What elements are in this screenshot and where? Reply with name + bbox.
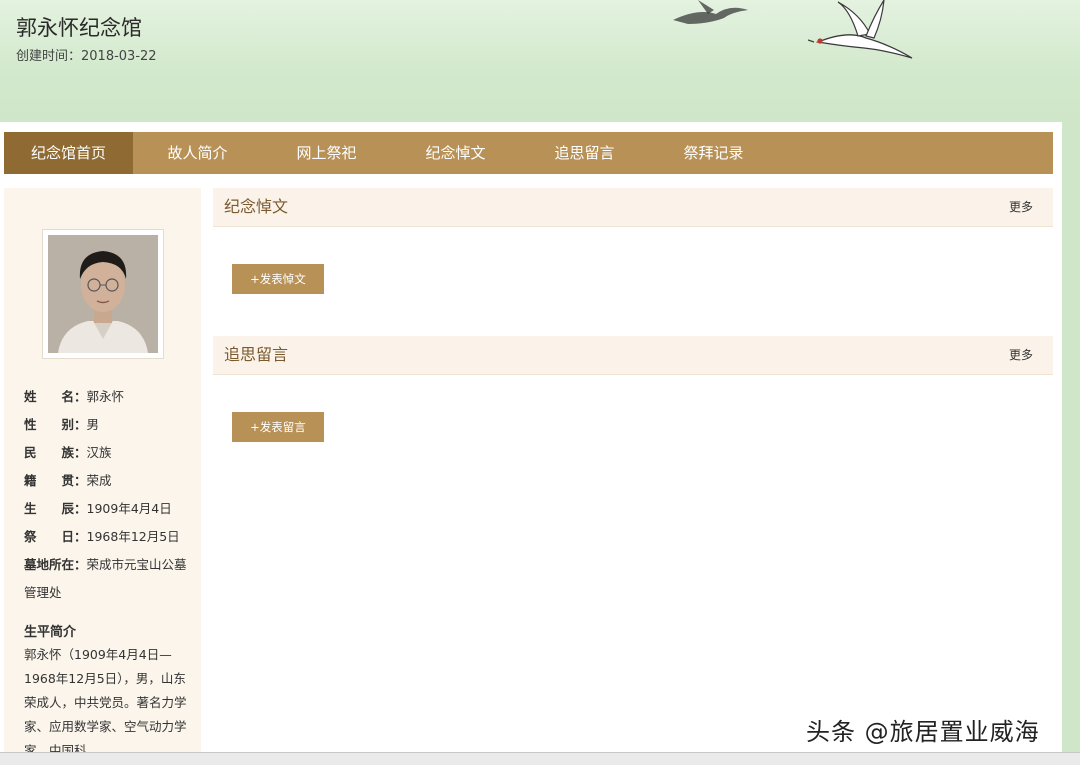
info-row-birth: 生 辰：1909年4月4日 <box>24 501 172 516</box>
tab-biography[interactable]: 故人简介 <box>133 132 262 174</box>
bio-text: 郭永怀（1909年4月4日—1968年12月5日），男，山东荣成人，中共党员。著… <box>24 647 187 758</box>
tab-online-worship[interactable]: 网上祭祀 <box>262 132 391 174</box>
messages-more-link[interactable]: 更多 <box>1009 336 1033 374</box>
info-row-grave-cont: 管理处 <box>24 585 62 600</box>
info-row-hometown: 籍 贯：荣成 <box>24 473 112 488</box>
header-banner: 郭永怀纪念馆 创建时间：2018-03-22 <box>0 0 1080 125</box>
browser-status-bar <box>0 752 1080 765</box>
bio-title: 生平简介 <box>24 625 77 640</box>
main-nav: 纪念馆首页 故人简介 网上祭祀 纪念悼文 追思留言 祭拜记录 <box>4 132 1053 174</box>
tab-worship-records[interactable]: 祭拜记录 <box>649 132 778 174</box>
info-row-name: 姓 名：郭永怀 <box>24 389 125 404</box>
info-row-death: 祭 日：1968年12月5日 <box>24 529 180 544</box>
portrait-photo <box>48 235 158 353</box>
main-page: 纪念馆首页 故人简介 网上祭祀 纪念悼文 追思留言 祭拜记录 姓 名：郭永怀 性 <box>0 122 1062 764</box>
messages-section-title: 追思留言 <box>224 345 289 364</box>
right-decor-band <box>1062 122 1080 764</box>
info-row-grave: 墓地所在：荣成市元宝山公墓 <box>24 557 187 572</box>
tab-messages[interactable]: 追思留言 <box>520 132 649 174</box>
tab-home[interactable]: 纪念馆首页 <box>4 132 133 174</box>
eulogy-section-header: 纪念悼文 更多 <box>213 188 1053 227</box>
eulogy-more-link[interactable]: 更多 <box>1009 188 1033 226</box>
messages-section-header: 追思留言 更多 <box>213 336 1053 375</box>
portrait-frame <box>42 229 164 359</box>
memorial-title: 郭永怀纪念馆 <box>16 16 142 40</box>
eulogy-section-title: 纪念悼文 <box>224 197 289 216</box>
created-date: 创建时间：2018-03-22 <box>16 49 157 64</box>
watermark-text: 头条 @旅居置业威海 <box>806 718 1040 746</box>
info-row-ethnicity: 民 族：汉族 <box>24 445 112 460</box>
profile-info: 姓 名：郭永怀 性 别：男 民 族：汉族 籍 贯：荣成 生 辰：1909年4月4… <box>24 383 194 607</box>
post-message-button[interactable]: +发表留言 <box>232 412 324 442</box>
profile-sidebar: 姓 名：郭永怀 性 别：男 民 族：汉族 籍 贯：荣成 生 辰：1909年4月4… <box>4 188 201 764</box>
post-eulogy-button[interactable]: +发表悼文 <box>232 264 324 294</box>
crane-illustration-left <box>673 0 748 24</box>
info-row-gender: 性 别：男 <box>24 417 100 432</box>
tab-eulogies[interactable]: 纪念悼文 <box>391 132 520 174</box>
crane-illustration-right <box>808 0 913 59</box>
